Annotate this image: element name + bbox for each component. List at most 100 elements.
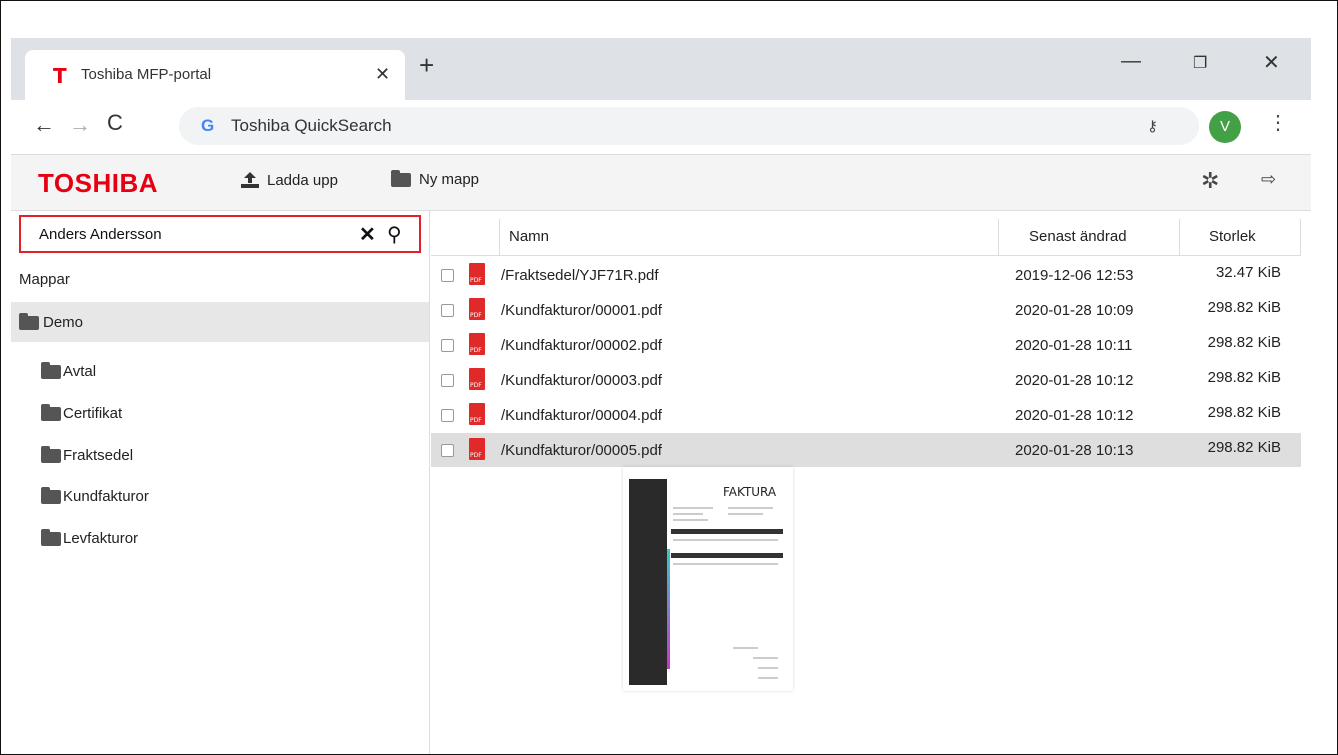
upload-label: Ladda upp [267,171,338,189]
row-checkbox[interactable] [441,374,454,387]
table-row[interactable]: /Fraktsedel/YJF71R.pdf 2019-12-06 12:53 … [431,258,1301,292]
row-checkbox[interactable] [441,339,454,352]
screenshot-frame: T Toshiba MFP-portal ✕ + — ❐ ✕ ← → C G T… [0,0,1338,755]
column-divider [1179,219,1180,255]
preview-line [673,563,778,565]
preview-line [728,507,773,509]
google-icon: G [201,116,215,135]
pdf-icon [469,403,485,425]
tree-item-avtal[interactable]: Avtal [41,362,96,380]
upload-icon [241,172,259,188]
menu-dots-icon[interactable]: ⋮ [1268,110,1288,135]
file-modified: 2019-12-06 12:53 [1015,267,1134,284]
file-list-header: Namn Senast ändrad Storlek [431,219,1301,256]
avatar[interactable]: V [1209,111,1241,143]
file-name[interactable]: /Kundfakturor/00005.pdf [501,442,662,459]
column-divider [499,219,500,255]
tree-item-certifikat[interactable]: Certifikat [41,404,123,422]
upload-button[interactable]: Ladda upp [239,171,338,189]
address-bar: ← → C G Toshiba QuickSearch ⚷ V ⋮ [11,100,1311,155]
preview-title: FAKTURA [723,485,777,499]
new-folder-label: Ny mapp [419,171,480,188]
new-tab-icon[interactable]: + [419,50,434,81]
column-name[interactable]: Namn [509,228,549,245]
column-size[interactable]: Storlek [1209,228,1256,245]
column-divider [998,219,999,255]
file-name[interactable]: /Kundfakturor/00002.pdf [501,337,662,354]
row-checkbox[interactable] [441,269,454,282]
pdf-icon [469,438,485,460]
file-size: 298.82 KiB [1207,404,1281,421]
reload-icon[interactable]: C [107,110,123,136]
column-modified[interactable]: Senast ändrad [1029,228,1127,245]
file-name[interactable]: /Fraktsedel/YJF71R.pdf [501,267,659,284]
forward-icon[interactable]: → [69,112,91,138]
row-checkbox[interactable] [441,444,454,457]
tab-strip: T Toshiba MFP-portal ✕ + — ❐ ✕ [11,38,1311,100]
search-field[interactable]: Anders Andersson ✕ ⚲ [19,215,421,253]
browser-window: T Toshiba MFP-portal ✕ + — ❐ ✕ ← → C G T… [11,38,1311,754]
tree-item-label: Levfakturor [63,530,139,547]
toshiba-logo: TOSHIBA [38,168,159,198]
tree-item-label: Certifikat [63,405,123,422]
folder-icon [41,404,61,422]
column-divider [1300,219,1301,255]
preview-line [733,647,758,649]
restore-icon[interactable]: ❐ [1193,53,1207,73]
file-name[interactable]: /Kundfakturor/00003.pdf [501,372,662,389]
new-folder-button[interactable]: Ny mapp [391,169,480,188]
pdf-icon [469,263,485,285]
search-icon[interactable]: ⚲ [387,222,402,247]
pdf-icon [469,333,485,355]
preview-line [758,677,778,679]
pdf-icon [469,298,485,320]
folder-icon [19,312,41,332]
preview-table-header [671,529,783,534]
file-modified: 2020-01-28 10:09 [1015,302,1134,319]
gear-icon[interactable]: ✲ [1201,168,1219,194]
pdf-icon [469,368,485,390]
preview-line [673,513,703,515]
file-name[interactable]: /Kundfakturor/00001.pdf [501,302,662,319]
folder-icon [391,169,411,187]
tab-toshiba-portal[interactable]: T Toshiba MFP-portal ✕ [25,50,405,100]
preview-line [673,519,708,521]
file-name[interactable]: /Kundfakturor/00004.pdf [501,407,662,424]
key-icon[interactable]: ⚷ [1147,117,1158,135]
table-row[interactable]: /Kundfakturor/00003.pdf 2020-01-28 10:12… [431,363,1301,397]
row-checkbox[interactable] [441,409,454,422]
search-input[interactable]: Anders Andersson [39,226,162,243]
row-checkbox[interactable] [441,304,454,317]
file-size: 298.82 KiB [1207,369,1281,386]
file-modified: 2020-01-28 10:12 [1015,372,1134,389]
folder-icon [41,362,61,380]
logout-icon[interactable]: ⇨ [1261,169,1276,190]
tab-close-icon[interactable]: ✕ [375,64,390,85]
back-icon[interactable]: ← [33,112,55,138]
window-close-icon[interactable]: ✕ [1263,50,1280,75]
omnibox-text: Toshiba QuickSearch [231,116,392,135]
preview-line [753,657,778,659]
file-modified: 2020-01-28 10:12 [1015,407,1134,424]
preview-table-header [671,553,783,558]
tree-item-levfakturor[interactable]: Levfakturor [41,529,139,547]
omnibox[interactable]: G Toshiba QuickSearch ⚷ [179,107,1199,145]
table-row[interactable]: /Kundfakturor/00004.pdf 2020-01-28 10:12… [431,398,1301,432]
table-row[interactable]: /Kundfakturor/00001.pdf 2020-01-28 10:09… [431,293,1301,327]
tree-item-kundfakturor[interactable]: Kundfakturor [41,487,149,505]
tree-item-fraktsedel[interactable]: Fraktsedel [41,446,133,464]
app-toolbar: TOSHIBA Ladda upp Ny mapp ✲ ⇨ [11,155,1311,211]
preview-sidebar-graphic [629,479,670,685]
tree-item-demo[interactable]: Demo [11,302,429,342]
folder-icon [41,487,61,505]
clear-icon[interactable]: ✕ [359,222,376,247]
table-row-selected[interactable]: /Kundfakturor/00005.pdf 2020-01-28 10:13… [431,433,1301,467]
minimize-icon[interactable]: — [1121,50,1141,73]
file-size: 298.82 KiB [1207,334,1281,351]
folder-icon [41,446,61,464]
table-row[interactable]: /Kundfakturor/00002.pdf 2020-01-28 10:11… [431,328,1301,362]
file-modified: 2020-01-28 10:13 [1015,442,1134,459]
tree-item-label: Kundfakturor [63,488,149,505]
toshiba-favicon-icon: T [53,64,67,88]
file-size: 32.47 KiB [1215,264,1281,281]
